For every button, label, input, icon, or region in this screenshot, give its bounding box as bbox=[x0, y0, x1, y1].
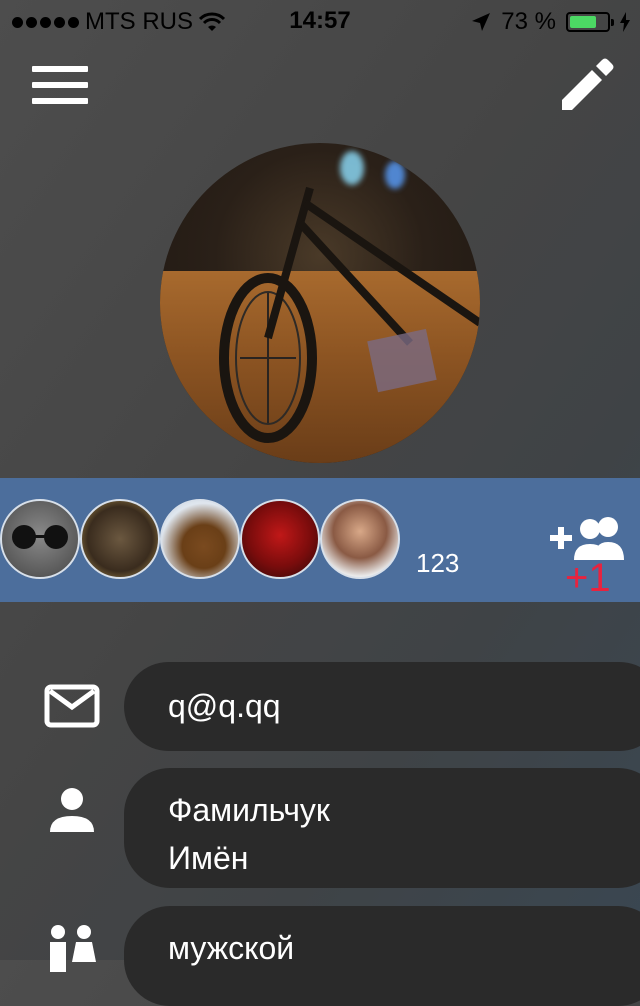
charging-bolt-icon bbox=[620, 12, 630, 32]
person-icon bbox=[50, 788, 94, 832]
gender-value: мужской bbox=[168, 930, 295, 966]
menu-line bbox=[32, 66, 88, 72]
menu-line bbox=[32, 82, 88, 88]
friend-request-badge[interactable]: +1 bbox=[565, 558, 611, 598]
email-row-icon-wrap bbox=[40, 674, 104, 738]
email-field[interactable]: q@q.qq bbox=[124, 662, 640, 751]
battery-level bbox=[570, 16, 597, 28]
menu-line bbox=[32, 98, 88, 104]
sunglasses-illustration bbox=[12, 525, 68, 549]
name-field[interactable]: Фамильчук Имён bbox=[124, 768, 640, 888]
profile-photo[interactable] bbox=[160, 143, 480, 463]
name-row-icon-wrap bbox=[40, 778, 104, 842]
friends-count[interactable]: 123 bbox=[416, 548, 459, 579]
pencil-icon[interactable] bbox=[558, 54, 618, 114]
battery-icon bbox=[566, 12, 614, 32]
friend-avatar-wrestler[interactable] bbox=[320, 499, 400, 579]
friend-avatar-darth-maul[interactable] bbox=[240, 499, 320, 579]
friends-band: 123 +1 bbox=[0, 478, 640, 602]
gender-icon bbox=[50, 925, 96, 972]
location-arrow-icon bbox=[472, 13, 491, 31]
gender-row-icon-wrap bbox=[40, 916, 104, 980]
first-name-value: Имён bbox=[168, 840, 249, 876]
envelope-icon bbox=[44, 684, 100, 728]
friend-avatar-dog[interactable] bbox=[160, 499, 240, 579]
status-right: 73 % bbox=[471, 8, 630, 36]
friend-avatar-cat[interactable] bbox=[0, 499, 80, 579]
bicycle-illustration bbox=[219, 186, 480, 443]
battery-percent: 73 % bbox=[501, 8, 556, 35]
friend-avatar-raccoon[interactable] bbox=[80, 499, 160, 579]
status-bar: MTS RUS 14:57 73 % bbox=[0, 0, 640, 40]
email-value: q@q.qq bbox=[168, 688, 281, 724]
hamburger-menu-icon[interactable] bbox=[32, 66, 88, 104]
gender-field[interactable]: мужской bbox=[124, 906, 640, 1006]
last-name-value: Фамильчук bbox=[168, 792, 330, 828]
